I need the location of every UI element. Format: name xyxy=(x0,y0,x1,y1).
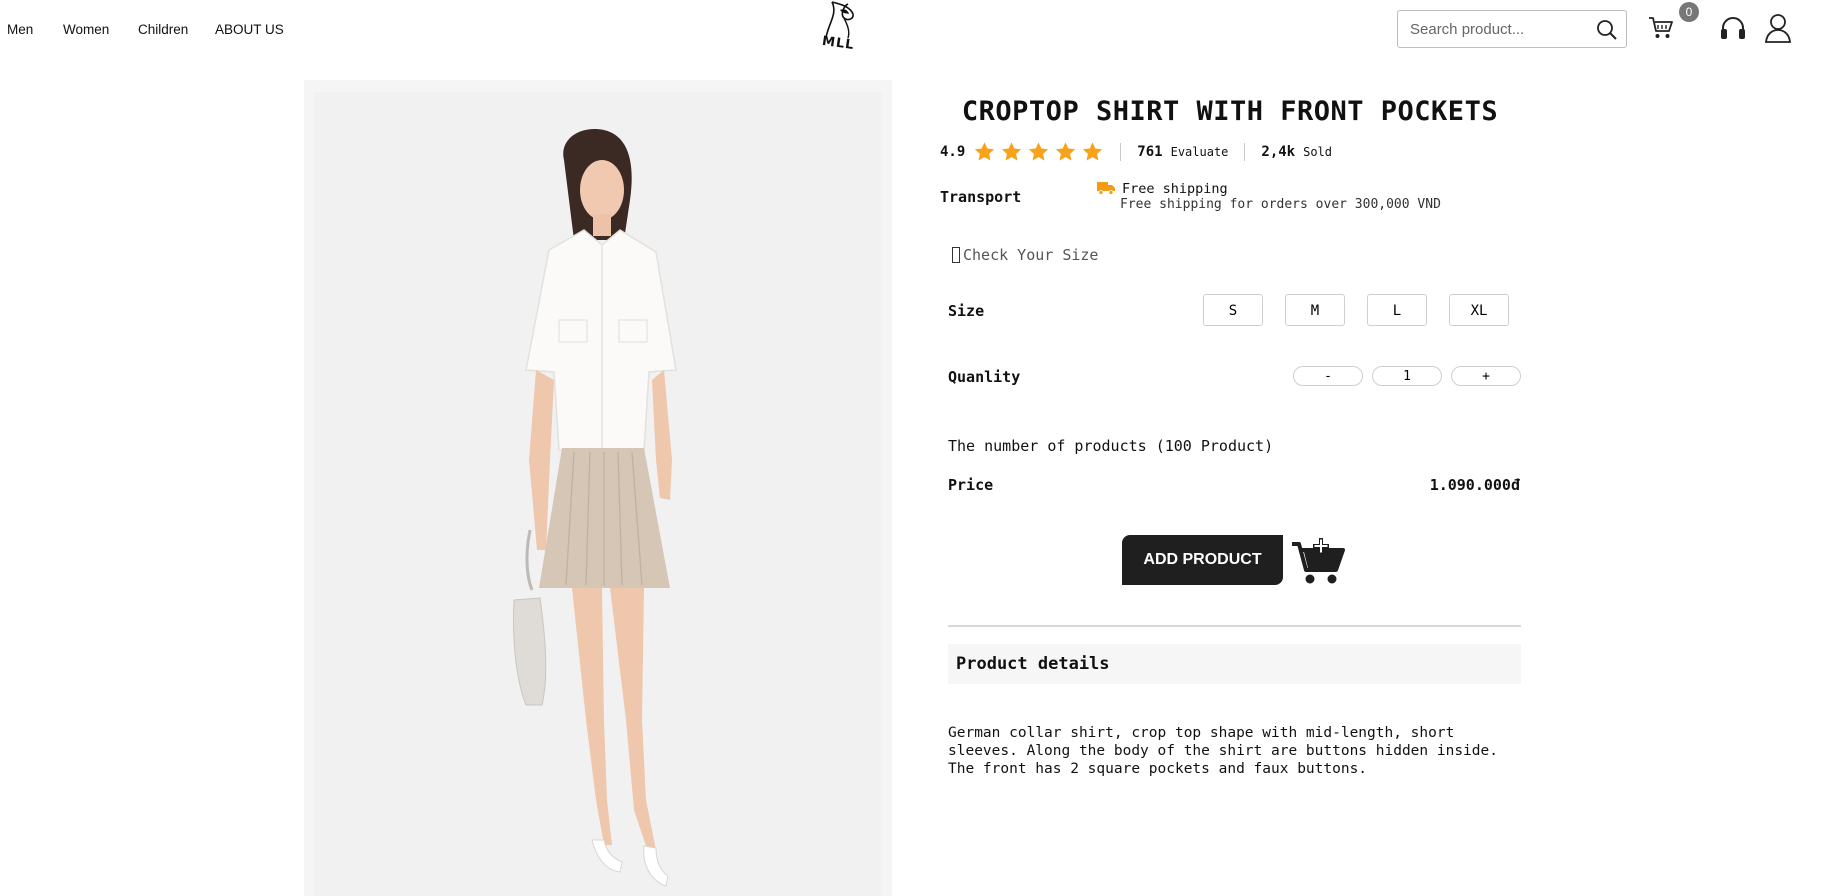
sold-label: Sold xyxy=(1303,145,1333,159)
star-icon xyxy=(1029,142,1049,161)
size-option-m[interactable]: M xyxy=(1285,294,1345,326)
section-divider xyxy=(948,625,1521,627)
search-box xyxy=(1397,10,1627,48)
cart-icon[interactable] xyxy=(1648,16,1674,40)
product-title: CROPTOP SHIRT WITH FRONT POCKETS xyxy=(961,96,1499,127)
size-option-xl[interactable]: XL xyxy=(1449,294,1509,326)
size-label: Size xyxy=(948,302,985,320)
quantity-input[interactable] xyxy=(1372,366,1442,386)
quantity-increase-button[interactable]: + xyxy=(1451,366,1521,386)
top-navbar: Men Women Children ABOUT US MLL 0 xyxy=(0,0,1821,60)
price-label: Price xyxy=(948,476,994,494)
transport-label: Transport xyxy=(940,188,1022,206)
search-icon[interactable] xyxy=(1596,19,1618,41)
sold-count: 2,4k xyxy=(1261,144,1296,160)
shipping-description: Free shipping for orders over 300,000 VN… xyxy=(1120,197,1441,212)
divider xyxy=(1244,143,1246,161)
check-size-link[interactable]: Check Your Size xyxy=(952,246,1098,264)
add-product-button[interactable]: ADD PRODUCT xyxy=(1122,535,1283,585)
truck-icon xyxy=(1097,182,1115,195)
user-icon[interactable] xyxy=(1764,13,1792,43)
price-value: 1.090.000đ xyxy=(1429,476,1520,494)
add-to-cart-icon[interactable] xyxy=(1290,536,1346,586)
evaluate-label: Evaluate xyxy=(1170,145,1229,159)
nav-link-men[interactable]: Men xyxy=(7,22,33,37)
product-details-text: German collar shirt, crop top shape with… xyxy=(948,725,1498,777)
size-option-l[interactable]: L xyxy=(1367,294,1427,326)
ruler-icon xyxy=(952,247,960,263)
nav-link-women[interactable]: Women xyxy=(63,22,109,37)
product-details-header[interactable]: Product details xyxy=(948,644,1521,684)
search-input[interactable] xyxy=(1408,20,1592,39)
stock-info: The number of products (100 Product) xyxy=(948,437,1274,455)
rating-row: 4.9 761 Evaluate 2,4k Sold xyxy=(940,142,1332,162)
product-image xyxy=(304,80,892,896)
divider xyxy=(1120,143,1122,161)
quantity-decrease-button[interactable]: - xyxy=(1293,366,1363,386)
headphones-icon[interactable] xyxy=(1719,14,1747,42)
nav-link-children[interactable]: Children xyxy=(138,22,188,37)
quantity-label: Quanlity xyxy=(948,368,1021,386)
evaluate-count: 761 xyxy=(1137,144,1163,160)
star-rating xyxy=(973,141,1104,163)
star-icon xyxy=(975,142,995,161)
star-icon xyxy=(1083,142,1103,161)
size-option-s[interactable]: S xyxy=(1203,294,1263,326)
cart-count-badge: 0 xyxy=(1679,2,1699,22)
star-icon xyxy=(1056,142,1076,161)
check-size-label: Check Your Size xyxy=(963,246,1099,264)
rating-score: 4.9 xyxy=(940,144,966,160)
star-icon xyxy=(1002,142,1022,161)
nav-link-about-us[interactable]: ABOUT US xyxy=(215,22,284,37)
shipping-title: Free shipping xyxy=(1122,181,1228,197)
